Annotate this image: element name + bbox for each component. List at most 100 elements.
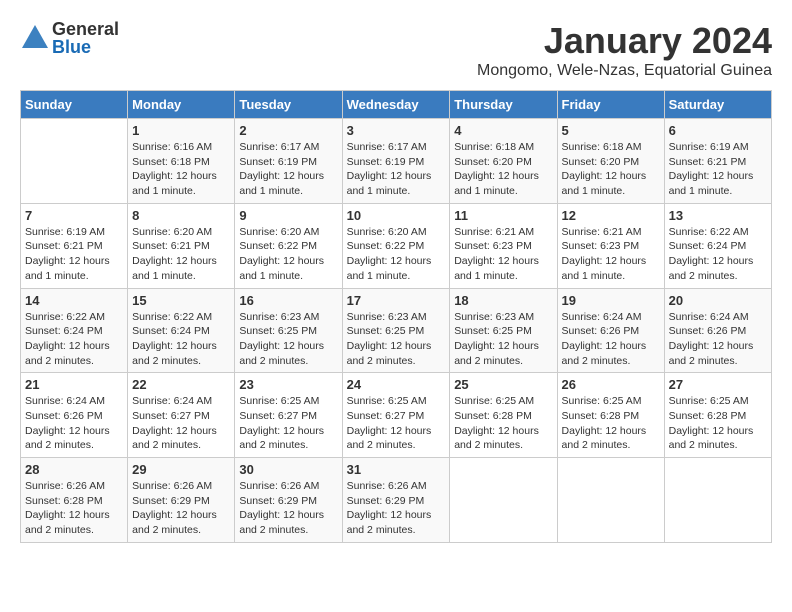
day-info: Sunrise: 6:26 AM Sunset: 6:29 PM Dayligh… — [347, 479, 446, 538]
day-info: Sunrise: 6:23 AM Sunset: 6:25 PM Dayligh… — [454, 310, 552, 369]
day-number: 16 — [239, 293, 337, 308]
day-info: Sunrise: 6:25 AM Sunset: 6:28 PM Dayligh… — [562, 394, 660, 453]
logo-general: General — [52, 20, 119, 38]
day-cell: 8 Sunrise: 6:20 AM Sunset: 6:21 PM Daylig… — [128, 203, 235, 288]
day-cell: 16 Sunrise: 6:23 AM Sunset: 6:25 PM Dayli… — [235, 288, 342, 373]
day-number: 22 — [132, 377, 230, 392]
day-cell: 28Sunrise: 6:26 AM Sunset: 6:28 PM Dayli… — [21, 458, 128, 543]
day-number: 14 — [25, 293, 123, 308]
day-cell: 21 Sunrise: 6:24 AM Sunset: 6:26 PM Dayli… — [21, 373, 128, 458]
week-row-4: 21 Sunrise: 6:24 AM Sunset: 6:26 PM Dayli… — [21, 373, 772, 458]
day-number: 27 — [669, 377, 767, 392]
calendar-table: SundayMondayTuesdayWednesdayThursdayFrid… — [20, 90, 772, 543]
day-cell: 19 Sunrise: 6:24 AM Sunset: 6:26 PM Dayli… — [557, 288, 664, 373]
logo-icon — [20, 23, 50, 53]
day-info: Sunrise: 6:18 AM Sunset: 6:20 PM Dayligh… — [454, 140, 552, 199]
day-cell: 22 Sunrise: 6:24 AM Sunset: 6:27 PM Dayli… — [128, 373, 235, 458]
day-cell: 26 Sunrise: 6:25 AM Sunset: 6:28 PM Dayli… — [557, 373, 664, 458]
day-info: Sunrise: 6:19 AM Sunset: 6:21 PM Dayligh… — [669, 140, 767, 199]
week-row-1: 1 Sunrise: 6:16 AM Sunset: 6:18 PM Daylig… — [21, 119, 772, 204]
day-info: Sunrise: 6:22 AM Sunset: 6:24 PM Dayligh… — [669, 225, 767, 284]
column-header-tuesday: Tuesday — [235, 91, 342, 119]
column-header-saturday: Saturday — [664, 91, 771, 119]
day-cell: 31 Sunrise: 6:26 AM Sunset: 6:29 PM Dayli… — [342, 458, 450, 543]
day-info: Sunrise: 6:18 AM Sunset: 6:20 PM Dayligh… — [562, 140, 660, 199]
day-info: Sunrise: 6:26 AM Sunset: 6:29 PM Dayligh… — [132, 479, 230, 538]
day-info: Sunrise: 6:17 AM Sunset: 6:19 PM Dayligh… — [347, 140, 446, 199]
day-cell: 14 Sunrise: 6:22 AM Sunset: 6:24 PM Dayli… — [21, 288, 128, 373]
day-number: 8 — [132, 208, 230, 223]
day-number: 20 — [669, 293, 767, 308]
day-cell — [557, 458, 664, 543]
logo-text: General Blue — [52, 20, 119, 56]
day-info: Sunrise: 6:16 AM Sunset: 6:18 PM Dayligh… — [132, 140, 230, 199]
column-header-friday: Friday — [557, 91, 664, 119]
day-info: Sunrise: 6:24 AM Sunset: 6:26 PM Dayligh… — [669, 310, 767, 369]
column-header-sunday: Sunday — [21, 91, 128, 119]
day-info: Sunrise: 6:22 AM Sunset: 6:24 PM Dayligh… — [132, 310, 230, 369]
day-number: 31 — [347, 462, 446, 477]
day-cell: 15 Sunrise: 6:22 AM Sunset: 6:24 PM Dayli… — [128, 288, 235, 373]
day-number: 19 — [562, 293, 660, 308]
day-info: Sunrise: 6:21 AM Sunset: 6:23 PM Dayligh… — [562, 225, 660, 284]
day-cell: 30 Sunrise: 6:26 AM Sunset: 6:29 PM Dayli… — [235, 458, 342, 543]
day-cell: 7 Sunrise: 6:19 AM Sunset: 6:21 PM Daylig… — [21, 203, 128, 288]
day-info: Sunrise: 6:20 AM Sunset: 6:22 PM Dayligh… — [347, 225, 446, 284]
day-number: 2 — [239, 123, 337, 138]
day-cell: 29 Sunrise: 6:26 AM Sunset: 6:29 PM Dayli… — [128, 458, 235, 543]
day-info: Sunrise: 6:24 AM Sunset: 6:26 PM Dayligh… — [25, 394, 123, 453]
day-number: 21 — [25, 377, 123, 392]
day-cell: 5Sunrise: 6:18 AM Sunset: 6:20 PM Daylig… — [557, 119, 664, 204]
day-number: 12 — [562, 208, 660, 223]
column-header-wednesday: Wednesday — [342, 91, 450, 119]
day-cell — [450, 458, 557, 543]
day-cell: 3 Sunrise: 6:17 AM Sunset: 6:19 PM Daylig… — [342, 119, 450, 204]
day-number: 30 — [239, 462, 337, 477]
week-row-5: 28Sunrise: 6:26 AM Sunset: 6:28 PM Dayli… — [21, 458, 772, 543]
day-cell: 24Sunrise: 6:25 AM Sunset: 6:27 PM Dayli… — [342, 373, 450, 458]
day-cell: 12 Sunrise: 6:21 AM Sunset: 6:23 PM Dayli… — [557, 203, 664, 288]
day-info: Sunrise: 6:24 AM Sunset: 6:27 PM Dayligh… — [132, 394, 230, 453]
day-number: 11 — [454, 208, 552, 223]
day-info: Sunrise: 6:24 AM Sunset: 6:26 PM Dayligh… — [562, 310, 660, 369]
day-number: 18 — [454, 293, 552, 308]
logo-blue: Blue — [52, 38, 119, 56]
day-cell — [664, 458, 771, 543]
day-info: Sunrise: 6:21 AM Sunset: 6:23 PM Dayligh… — [454, 225, 552, 284]
day-number: 24 — [347, 377, 446, 392]
day-cell: 13Sunrise: 6:22 AM Sunset: 6:24 PM Dayli… — [664, 203, 771, 288]
day-number: 29 — [132, 462, 230, 477]
day-info: Sunrise: 6:22 AM Sunset: 6:24 PM Dayligh… — [25, 310, 123, 369]
logo: General Blue — [20, 20, 119, 56]
column-header-monday: Monday — [128, 91, 235, 119]
day-cell: 23 Sunrise: 6:25 AM Sunset: 6:27 PM Dayli… — [235, 373, 342, 458]
title-area: January 2024 Mongomo, Wele-Nzas, Equator… — [477, 20, 772, 80]
day-number: 17 — [347, 293, 446, 308]
calendar-subtitle: Mongomo, Wele-Nzas, Equatorial Guinea — [477, 62, 772, 80]
day-number: 25 — [454, 377, 552, 392]
day-cell: 20 Sunrise: 6:24 AM Sunset: 6:26 PM Dayli… — [664, 288, 771, 373]
day-info: Sunrise: 6:20 AM Sunset: 6:21 PM Dayligh… — [132, 225, 230, 284]
day-cell: 27Sunrise: 6:25 AM Sunset: 6:28 PM Dayli… — [664, 373, 771, 458]
day-number: 4 — [454, 123, 552, 138]
day-number: 7 — [25, 208, 123, 223]
day-info: Sunrise: 6:17 AM Sunset: 6:19 PM Dayligh… — [239, 140, 337, 199]
day-number: 23 — [239, 377, 337, 392]
day-number: 15 — [132, 293, 230, 308]
day-info: Sunrise: 6:25 AM Sunset: 6:27 PM Dayligh… — [239, 394, 337, 453]
day-cell: 10 Sunrise: 6:20 AM Sunset: 6:22 PM Dayli… — [342, 203, 450, 288]
day-info: Sunrise: 6:26 AM Sunset: 6:29 PM Dayligh… — [239, 479, 337, 538]
day-info: Sunrise: 6:20 AM Sunset: 6:22 PM Dayligh… — [239, 225, 337, 284]
day-info: Sunrise: 6:19 AM Sunset: 6:21 PM Dayligh… — [25, 225, 123, 284]
header: General Blue January 2024 Mongomo, Wele-… — [20, 20, 772, 80]
day-info: Sunrise: 6:23 AM Sunset: 6:25 PM Dayligh… — [347, 310, 446, 369]
day-number: 26 — [562, 377, 660, 392]
day-number: 6 — [669, 123, 767, 138]
day-number: 3 — [347, 123, 446, 138]
day-info: Sunrise: 6:23 AM Sunset: 6:25 PM Dayligh… — [239, 310, 337, 369]
day-cell: 1 Sunrise: 6:16 AM Sunset: 6:18 PM Daylig… — [128, 119, 235, 204]
day-number: 1 — [132, 123, 230, 138]
day-cell: 18 Sunrise: 6:23 AM Sunset: 6:25 PM Dayli… — [450, 288, 557, 373]
day-info: Sunrise: 6:26 AM Sunset: 6:28 PM Dayligh… — [25, 479, 123, 538]
day-number: 10 — [347, 208, 446, 223]
